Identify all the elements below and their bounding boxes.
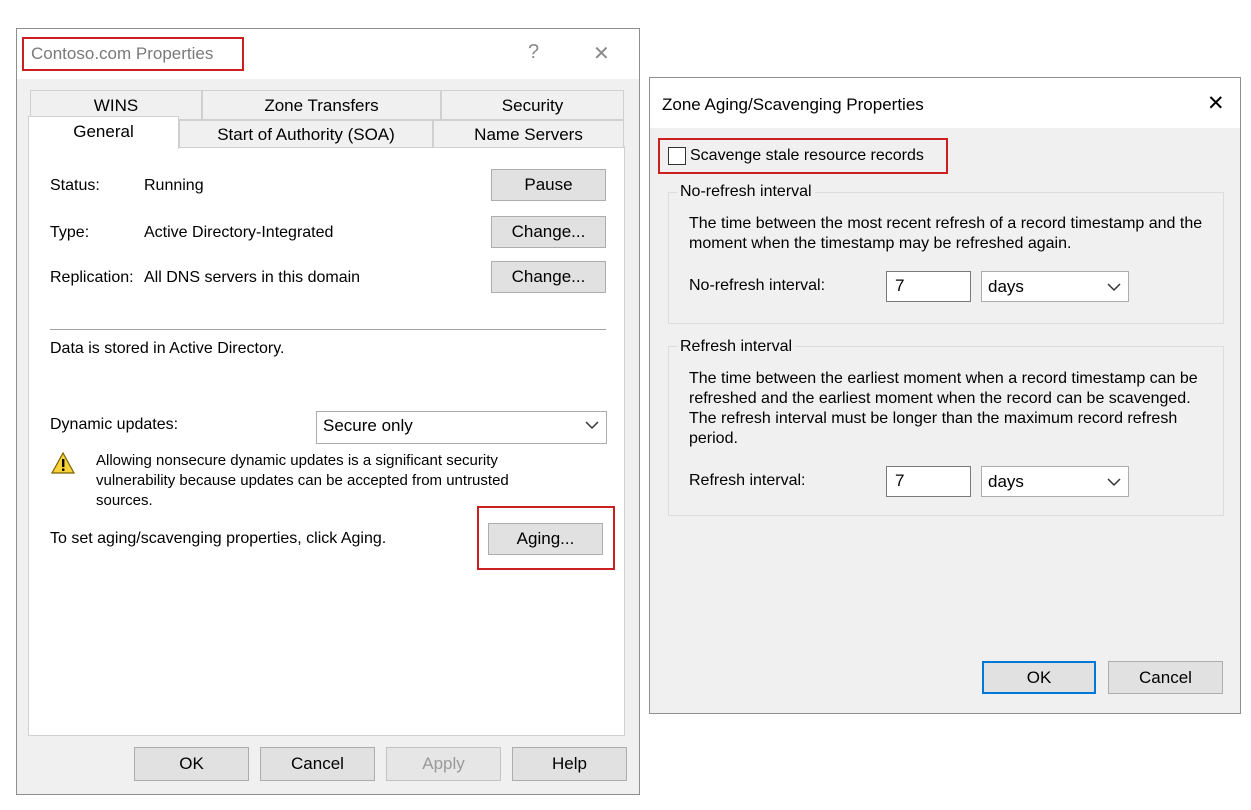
- button-label: Change...: [511, 267, 586, 286]
- no-refresh-legend: No-refresh interval: [677, 183, 815, 201]
- dialog-title: Zone Aging/Scavenging Properties: [662, 95, 924, 114]
- title-bar: Zone Aging/Scavenging Properties ✕: [650, 78, 1240, 128]
- replication-value: All DNS servers in this domain: [144, 269, 361, 286]
- no-refresh-unit-select[interactable]: days: [981, 271, 1129, 302]
- warning-text: Allowing nonsecure dynamic updates is a …: [96, 452, 509, 509]
- select-value: days: [988, 472, 1024, 491]
- refresh-input[interactable]: 7: [886, 466, 971, 497]
- no-refresh-description: The time between the most recent refresh…: [689, 215, 1203, 252]
- chevron-down-icon: [1107, 283, 1121, 292]
- button-label: Apply: [422, 754, 465, 773]
- chevron-down-icon: [1107, 478, 1121, 487]
- change-type-button[interactable]: Change...: [491, 216, 606, 248]
- tab-label: Name Servers: [474, 125, 583, 144]
- tab-soa[interactable]: Start of Authority (SOA): [179, 120, 433, 148]
- select-value: days: [988, 277, 1024, 296]
- tab-label: WINS: [93, 96, 139, 115]
- no-refresh-input[interactable]: 7: [886, 271, 971, 302]
- tab-zone-transfers[interactable]: Zone Transfers: [202, 90, 441, 120]
- aging-hint-text: To set aging/scavenging properties, clic…: [50, 530, 387, 547]
- chevron-down-icon: [585, 421, 599, 430]
- refresh-legend: Refresh interval: [677, 338, 796, 356]
- button-label: Change...: [511, 222, 586, 241]
- close-icon[interactable]: ✕: [593, 41, 610, 66]
- aging-button-highlight: [477, 506, 615, 570]
- pause-button[interactable]: Pause: [491, 169, 606, 201]
- aging-cancel-button[interactable]: Cancel: [1108, 661, 1223, 694]
- type-value: Active Directory-Integrated: [144, 224, 334, 241]
- apply-button[interactable]: Apply: [386, 747, 501, 781]
- tab-security[interactable]: Security: [441, 90, 624, 120]
- button-label: Pause: [524, 175, 573, 194]
- tab-label: Zone Transfers: [264, 96, 379, 115]
- dynamic-updates-label: Dynamic updates:: [50, 416, 179, 433]
- replication-label: Replication:: [50, 269, 134, 286]
- change-replication-button[interactable]: Change...: [491, 261, 606, 293]
- dynamic-updates-select[interactable]: Secure only: [316, 411, 607, 444]
- tab-label: General: [73, 122, 134, 141]
- storage-text: Data is stored in Active Directory.: [50, 340, 285, 357]
- tab-label: Security: [501, 96, 564, 115]
- button-label: Help: [552, 754, 587, 773]
- tab-name-servers[interactable]: Name Servers: [433, 120, 624, 148]
- help-button[interactable]: Help: [512, 747, 627, 781]
- tab-general[interactable]: General: [28, 116, 179, 149]
- select-value: Secure only: [323, 416, 413, 435]
- divider: [50, 329, 606, 330]
- type-label: Type:: [50, 224, 90, 241]
- close-icon[interactable]: ✕: [1207, 91, 1225, 116]
- no-refresh-group: [668, 192, 1224, 324]
- button-label: OK: [1026, 668, 1052, 687]
- button-label: Cancel: [1139, 668, 1192, 687]
- no-refresh-field-label: No-refresh interval:: [689, 277, 826, 294]
- warning-icon: [51, 452, 75, 474]
- help-icon[interactable]: ?: [528, 41, 539, 64]
- button-label: OK: [179, 754, 204, 773]
- status-label: Status:: [50, 177, 100, 194]
- tab-label: Start of Authority (SOA): [217, 125, 395, 144]
- aging-ok-button[interactable]: OK: [982, 661, 1096, 694]
- status-value: Running: [144, 177, 204, 194]
- title-highlight: [22, 37, 244, 71]
- cancel-button[interactable]: Cancel: [260, 747, 375, 781]
- refresh-unit-select[interactable]: days: [981, 466, 1129, 497]
- scavenge-highlight: [658, 138, 948, 174]
- ok-button[interactable]: OK: [134, 747, 249, 781]
- refresh-field-label: Refresh interval:: [689, 472, 806, 489]
- refresh-description: The time between the earliest moment whe…: [689, 370, 1198, 447]
- button-label: Cancel: [291, 754, 344, 773]
